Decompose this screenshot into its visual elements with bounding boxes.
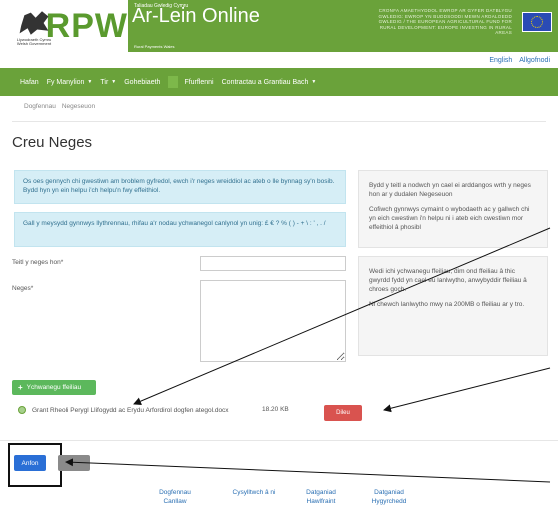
plus-icon: + — [18, 383, 23, 392]
check-circle-icon — [18, 406, 26, 414]
nav-item-contracts[interactable]: Contractau a Grantiau Bach ▼ — [222, 79, 317, 86]
annotation-arrow-to-delete — [383, 367, 551, 413]
footer-line: Hawlfraint — [306, 498, 336, 505]
main-nav: Hafan Fy Manylion ▼ Tir ▼ Gohebiaeth Ffurf… — [0, 68, 558, 96]
header-banner: Taliadau Gwledig Cymru Ar-Lein Online Ru… — [128, 0, 558, 52]
breadcrumb: Dogfennau Negeseuon — [24, 103, 101, 110]
nav-item-forms[interactable]: Ffurflenni — [184, 79, 213, 86]
caret-down-icon: ▼ — [111, 79, 117, 85]
nav-highlight — [168, 76, 179, 88]
help-text: Bydd y teitl a nodwch yn cael ei arddang… — [369, 182, 531, 198]
footer-line: Datganiad — [306, 489, 336, 496]
eu-flag-icon — [522, 12, 552, 32]
tab-messages[interactable]: Negeseuon — [62, 103, 95, 110]
info-alert-characters: Gall y meysydd gynnwys llythrennau, rhif… — [14, 212, 346, 247]
tab-documents[interactable]: Dogfennau — [24, 103, 56, 110]
nav-label: Contractau a Grantiau Bach — [221, 78, 309, 86]
info-alert-help: Os oes gennych chi gwestiwn am broblem g… — [14, 170, 346, 204]
nav-label: Hafan — [20, 78, 39, 86]
title-input[interactable] — [200, 256, 346, 271]
footer-link-contact[interactable]: Cysylltwch â ni — [224, 488, 284, 497]
eu-funding-text: CRONFA AMAETHYDDOL EWROP AR GYFER DATBLY… — [378, 8, 512, 35]
delete-button[interactable]: Dileu — [324, 405, 362, 421]
nav-item-land[interactable]: Tir ▼ — [100, 79, 116, 86]
footer-line: Hygyrchedd — [371, 498, 407, 505]
message-label: Neges* — [12, 285, 34, 292]
nav-label: Gohebiaeth — [124, 78, 161, 86]
attachment-row: Grant Rheoli Perygl Llifogydd ac Erydu A… — [14, 404, 374, 432]
nav-label: Tir — [100, 78, 109, 86]
logout-link[interactable]: Allgofnodi — [519, 57, 550, 64]
welsh-government-logo: Llywodraeth Cymru Welsh Government — [14, 8, 51, 46]
nav-item-my-details[interactable]: Fy Manylion ▼ — [47, 79, 93, 86]
attachment-file-name: Grant Rheoli Perygl Llifogydd ac Erydu A… — [32, 407, 229, 414]
help-panel-title: Bydd y teitl a nodwch yn cael ei arddang… — [358, 170, 548, 248]
eu-stars-icon — [531, 16, 543, 28]
footer-line: Cysylltwch â ni — [232, 489, 276, 496]
footer-line: Datganiad — [374, 489, 404, 496]
send-button[interactable]: Anfon — [14, 455, 46, 471]
site-header: Llywodraeth Cymru Welsh Government RPW T… — [0, 0, 558, 52]
help-text: Ni chewch lanlwytho mwy na 200MB o ffeil… — [369, 301, 525, 308]
language-links: English Allgofnodi — [484, 57, 550, 64]
nav-item-home[interactable]: Hafan — [20, 79, 39, 86]
title-label: Teitl y neges hon* — [12, 259, 64, 266]
nav-label: Fy Manylion — [46, 78, 85, 86]
nav-label: Ffurflenni — [184, 78, 214, 86]
divider — [0, 440, 558, 441]
footer-link-copyright[interactable]: Datganiad Hawlfraint — [296, 488, 346, 506]
nav-item-correspondence[interactable]: Gohebiaeth — [124, 79, 160, 86]
attachment-file-size: 18.20 KB — [262, 406, 289, 413]
english-link[interactable]: English — [489, 57, 512, 64]
add-files-label: Ychwanegu ffeiliau — [26, 384, 82, 391]
gov-label: Llywodraeth Cymru Welsh Government — [16, 37, 52, 46]
page-title: Creu Neges — [12, 134, 93, 151]
product-sub-label: Rural Payments Wales — [134, 44, 175, 49]
help-panel-files: Wedi ichi ychwanegu ffeiliau, dim ond ff… — [358, 256, 548, 356]
help-text: Cofiwch gynnwys cymaint o wybodaeth ac y… — [369, 206, 530, 231]
cancel-button[interactable] — [58, 455, 90, 471]
footer-line: Canllaw — [163, 498, 187, 505]
message-textarea[interactable] — [200, 280, 346, 362]
footer-link-documents[interactable]: Dogfennau Canllaw — [150, 488, 200, 506]
footer-link-accessibility[interactable]: Datganiad Hygyrchedd — [364, 488, 414, 506]
add-files-button[interactable]: + Ychwanegu ffeiliau — [12, 380, 96, 395]
caret-down-icon: ▼ — [311, 79, 317, 85]
product-name: Ar-Lein Online — [132, 5, 260, 27]
logo-area[interactable]: Llywodraeth Cymru Welsh Government RPW — [0, 0, 128, 52]
footer-line: Dogfennau — [159, 489, 191, 496]
caret-down-icon: ▼ — [87, 79, 93, 85]
help-text: Wedi ichi ychwanegu ffeiliau, dim ond ff… — [369, 268, 527, 293]
rpw-logo-text: RPW — [45, 6, 128, 45]
annotation-arrow-to-send — [65, 458, 551, 483]
divider — [12, 121, 546, 122]
